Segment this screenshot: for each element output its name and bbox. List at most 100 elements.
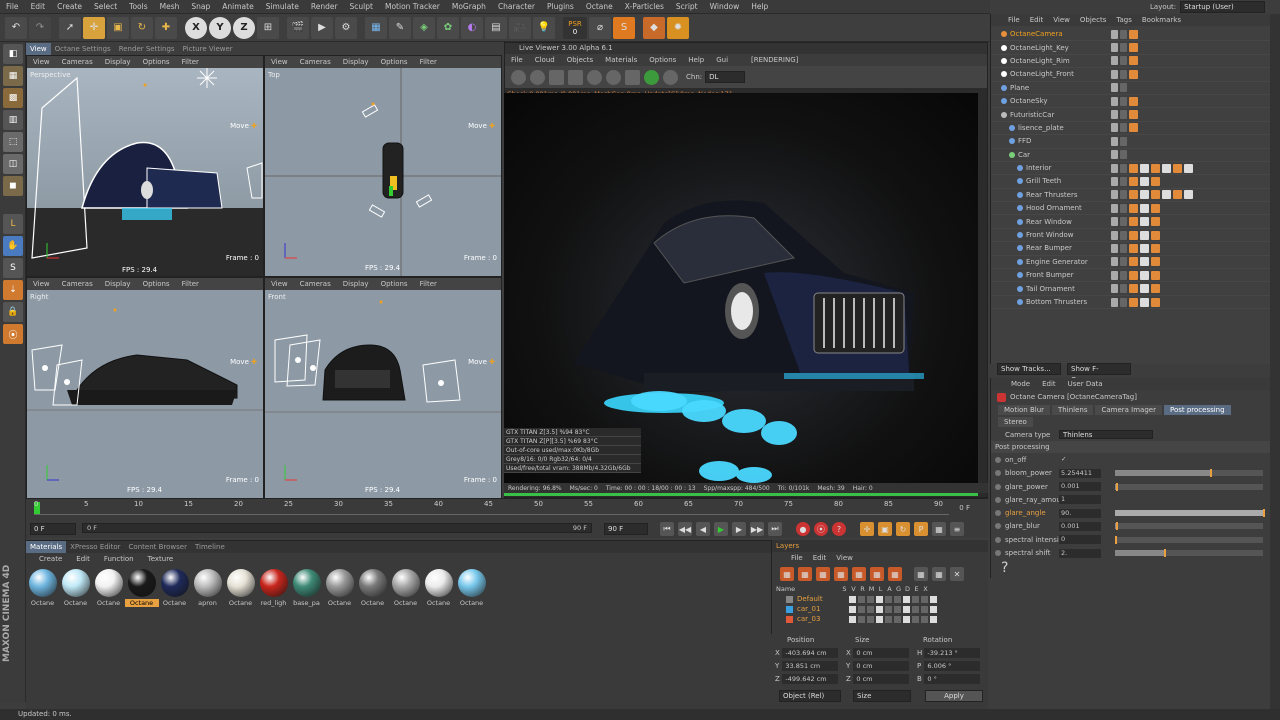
visibility-toggle[interactable] [1111,136,1118,146]
render-check[interactable] [1120,150,1127,160]
param-radio-icon[interactable] [995,483,1001,490]
menu-item-script[interactable]: Script [670,0,704,14]
record-icon[interactable]: ● [796,522,810,536]
rotate-icon[interactable]: ↻ [131,16,153,39]
object-row[interactable]: Rear Window [991,215,1270,229]
render-check[interactable] [1120,243,1127,253]
psr-icon[interactable]: PSR 0 [563,16,587,39]
param-radio-icon[interactable] [995,456,1001,463]
region-render-icon[interactable] [568,69,583,85]
object-tag-icon[interactable] [1151,297,1160,307]
visibility-toggle[interactable] [1111,297,1118,307]
object-tag-icon[interactable] [1140,163,1149,173]
coord-field[interactable]: 0 ° [924,673,980,684]
nurbs-icon[interactable]: ◈ [413,16,435,39]
visibility-toggle[interactable] [1111,69,1118,79]
key-pla-icon[interactable]: ▦ [932,522,946,536]
param-slider[interactable] [1115,482,1263,491]
material-item[interactable]: Octane [389,569,422,607]
object-tag-icon[interactable] [1129,96,1138,106]
channel-dropdown[interactable]: DL [705,71,746,83]
live-viewer-menu-item[interactable]: Gui [710,56,734,64]
play-icon[interactable]: ▶ [714,522,728,536]
object-tag-icon[interactable] [1151,176,1160,186]
edges-mode-icon[interactable]: ◫ [3,154,23,174]
viewport-menu-item[interactable]: Options [137,58,176,66]
axis-mode-icon[interactable]: L [3,214,23,234]
layer-toggle[interactable] [867,595,874,603]
layer-toggle[interactable] [912,605,919,613]
viewport-top[interactable]: View Cameras Display Options Filter Top Move… [264,55,502,277]
layer-tool-icon[interactable]: ▦ [816,567,830,581]
object-row[interactable]: Rear Thrusters [991,189,1270,203]
param-value-field[interactable]: 1 [1059,495,1101,505]
param-radio-icon[interactable] [995,536,1001,543]
layer-toggle[interactable] [876,595,883,603]
viewport-menu-item[interactable]: Display [337,280,375,288]
object-tag-icon[interactable] [1151,257,1160,267]
layer-toggle[interactable] [894,595,901,603]
object-tag-icon[interactable] [1129,284,1138,294]
object-tag-icon[interactable] [1129,230,1138,240]
attribute-menu-item[interactable]: Edit [1036,380,1062,388]
render-check[interactable] [1120,163,1127,173]
param-value-field[interactable]: ✓ [1059,455,1069,464]
undo-icon[interactable]: ↶ [5,16,27,39]
material-item[interactable]: Octane [26,569,59,607]
render-check[interactable] [1120,257,1127,267]
object-row[interactable]: Grill Teeth [991,175,1270,189]
render-check[interactable] [1120,83,1127,93]
param-slider-knob[interactable] [1116,482,1119,491]
prev-key-icon[interactable]: ◀◀ [678,522,692,536]
render-check[interactable] [1120,230,1127,240]
layer-toggle[interactable] [885,615,892,623]
object-tag-icon[interactable] [1151,217,1160,227]
layer-tool-icon[interactable]: ▦ [798,567,812,581]
object-row[interactable]: FFD [991,135,1270,149]
help-icon[interactable]: ? [991,560,1270,576]
param-slider[interactable] [1115,469,1263,478]
attribute-tab[interactable]: Camera Imager [1095,405,1162,415]
material-item[interactable]: Octane [92,569,125,607]
viewport-right[interactable]: View Cameras Display Options Filter Right Mo… [26,277,264,499]
timeline-options-icon[interactable]: ≡ [950,522,964,536]
start-frame-field[interactable]: 0 F [30,523,76,535]
material-menu-item[interactable]: Create [32,555,69,563]
camera-icon[interactable]: 🎥 [509,16,531,39]
object-row[interactable]: Bottom Thrusters [991,296,1270,310]
object-tag-icon[interactable] [1140,203,1149,213]
param-slider-knob[interactable] [1209,469,1212,478]
polygons-mode-icon[interactable]: ◼ [3,176,23,196]
workplane-lock-icon[interactable]: ⇣ [3,280,23,300]
key-scale-icon[interactable]: ▣ [878,522,892,536]
material-tab[interactable]: Materials [26,541,67,553]
viewport-menu-item[interactable]: Filter [414,58,443,66]
attribute-tab[interactable]: Motion Blur [998,405,1051,415]
layer-view-icon[interactable]: ▦ [914,567,928,581]
object-tag-icon[interactable] [1162,190,1171,200]
live-viewer-menu-item[interactable]: Objects [561,56,599,64]
object-tag-icon[interactable] [1184,163,1193,173]
editor-tab[interactable]: Render Settings [115,43,179,55]
render-check[interactable] [1120,203,1127,213]
attribute-tab[interactable]: Post processing [1163,405,1231,415]
object-tag-icon[interactable] [1129,110,1138,120]
layer-toggle[interactable] [858,595,865,603]
object-tag-icon[interactable] [1151,284,1160,294]
editor-tab[interactable]: View [26,43,51,55]
layout-dropdown[interactable]: Startup (User) [1180,1,1266,13]
object-tag-icon[interactable] [1129,203,1138,213]
editor-tab[interactable]: Picture Viewer [179,43,237,55]
render-check[interactable] [1120,43,1127,53]
x-axis-icon[interactable]: X [185,16,207,39]
goto-end-icon[interactable]: ⏭ [768,522,782,536]
render-check[interactable] [1120,29,1127,39]
object-menu-item[interactable]: View [1048,16,1075,24]
model-mode-icon[interactable]: ▦ [3,66,23,86]
layer-toggle[interactable] [912,595,919,603]
layer-toggle[interactable] [849,595,856,603]
menu-item-animate[interactable]: Animate [216,0,259,14]
deformer-icon[interactable]: ◐ [461,16,483,39]
object-row[interactable]: Front Window [991,229,1270,243]
param-slider[interactable] [1115,549,1263,558]
